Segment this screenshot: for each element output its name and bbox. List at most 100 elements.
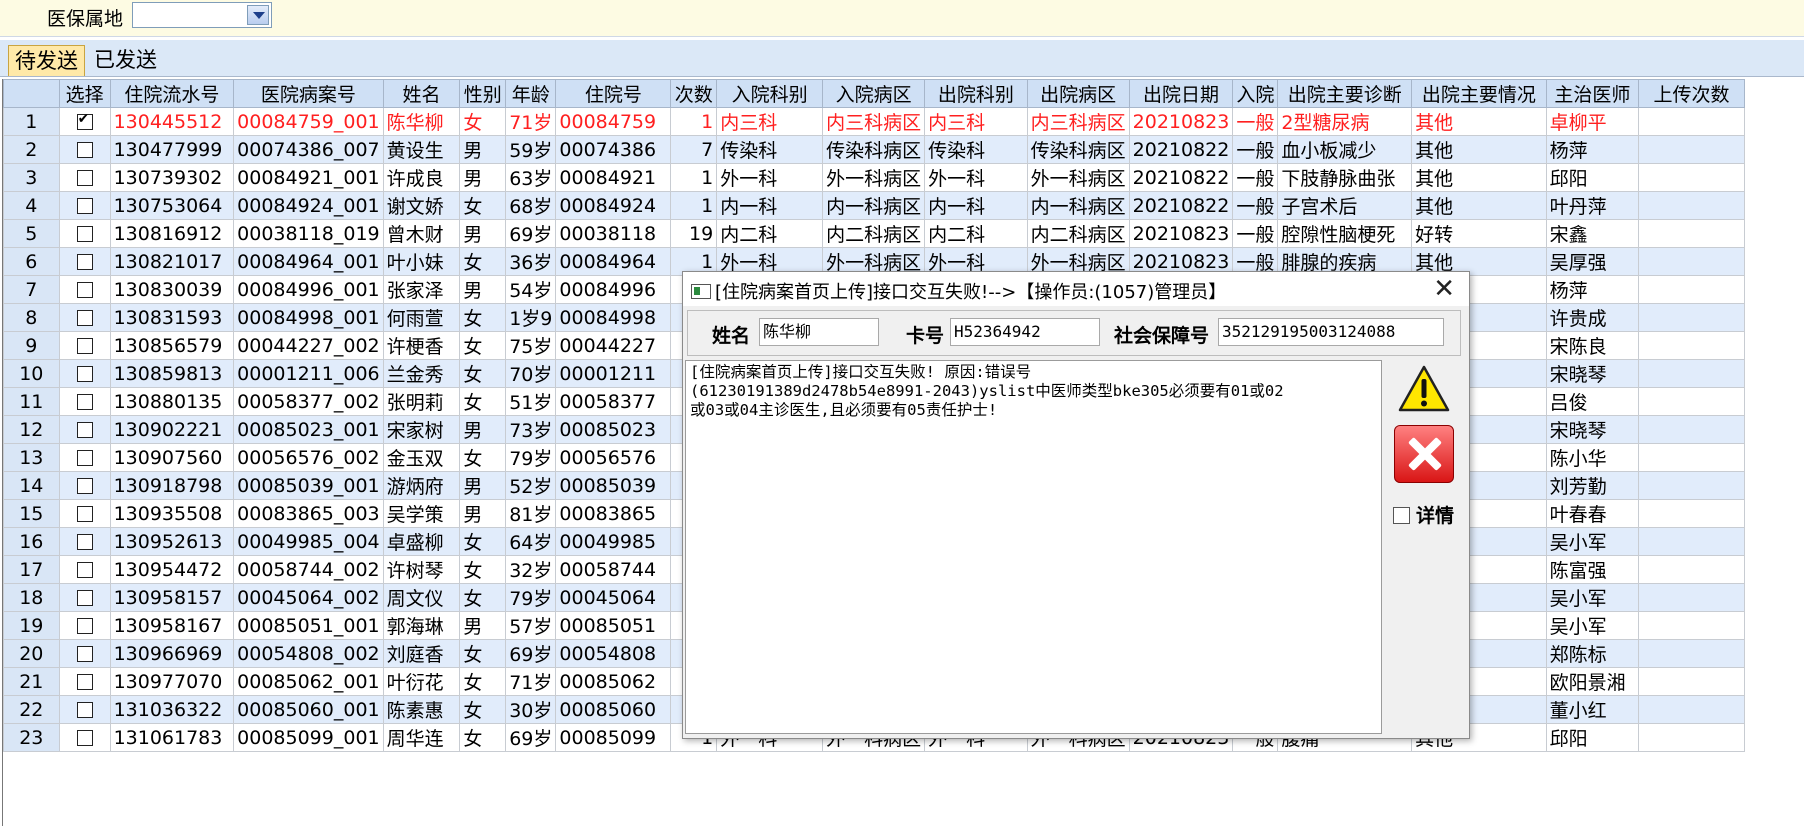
upload-count-cell[interactable] bbox=[1638, 135, 1745, 164]
doctor-cell[interactable]: 吴小军 bbox=[1545, 583, 1640, 612]
flow-no-cell[interactable]: 130739302 bbox=[109, 163, 235, 192]
upload-count-cell[interactable] bbox=[1638, 247, 1745, 276]
diagnosis-cell[interactable]: 2型糖尿病 bbox=[1277, 107, 1413, 136]
doctor-cell[interactable]: 刘芳勤 bbox=[1545, 471, 1640, 500]
row-checkbox[interactable] bbox=[76, 254, 93, 270]
patient-name-cell[interactable]: 叶衍花 bbox=[382, 667, 461, 696]
age-cell[interactable]: 36岁 bbox=[505, 247, 557, 276]
sex-cell[interactable]: 女 bbox=[459, 247, 507, 276]
case-no-cell[interactable]: 00058377_002 bbox=[233, 387, 384, 416]
case-no-cell[interactable]: 00085039_001 bbox=[233, 471, 384, 500]
select-cell[interactable] bbox=[58, 695, 111, 724]
doctor-cell[interactable]: 陈小华 bbox=[1545, 443, 1640, 472]
column-header[interactable]: 性别 bbox=[459, 79, 507, 108]
outcome-cell[interactable]: 好转 bbox=[1411, 219, 1547, 248]
upload-count-cell[interactable] bbox=[1638, 583, 1745, 612]
patient-name-cell[interactable]: 陈素惠 bbox=[382, 695, 461, 724]
discharge-ward-cell[interactable]: 内二科病区 bbox=[1026, 219, 1130, 248]
case-no-cell[interactable]: 00085062_001 bbox=[233, 667, 384, 696]
case-no-cell[interactable]: 00084759_001 bbox=[233, 107, 384, 136]
select-cell[interactable] bbox=[58, 583, 111, 612]
select-cell[interactable] bbox=[58, 303, 111, 332]
flow-no-cell[interactable]: 130958157 bbox=[109, 583, 235, 612]
flow-no-cell[interactable]: 130958167 bbox=[109, 611, 235, 640]
doctor-cell[interactable]: 宋晓琴 bbox=[1545, 359, 1640, 388]
select-cell[interactable] bbox=[58, 359, 111, 388]
patient-name-cell[interactable]: 周文仪 bbox=[382, 583, 461, 612]
table-row[interactable]: 5 130816912 00038118_019 曾木财男 69岁 00038118 19 内… bbox=[3, 219, 1745, 248]
row-checkbox[interactable] bbox=[76, 394, 93, 410]
upload-count-cell[interactable] bbox=[1638, 331, 1745, 360]
case-no-cell[interactable]: 00044227_002 bbox=[233, 331, 384, 360]
doctor-cell[interactable]: 吕俊 bbox=[1545, 387, 1640, 416]
case-no-cell[interactable]: 00049985_004 bbox=[233, 527, 384, 556]
patient-name-cell[interactable]: 刘庭香 bbox=[382, 639, 461, 668]
row-checkbox[interactable] bbox=[76, 618, 93, 634]
select-cell[interactable] bbox=[58, 415, 111, 444]
column-header[interactable]: 姓名 bbox=[382, 79, 461, 108]
inpatient-no-cell[interactable]: 00085051 bbox=[555, 611, 672, 640]
select-cell[interactable] bbox=[58, 387, 111, 416]
select-cell[interactable] bbox=[58, 471, 111, 500]
case-no-cell[interactable]: 00085023_001 bbox=[233, 415, 384, 444]
age-cell[interactable]: 63岁 bbox=[505, 163, 557, 192]
upload-count-cell[interactable] bbox=[1638, 359, 1745, 388]
sex-cell[interactable]: 女 bbox=[459, 303, 507, 332]
sex-cell[interactable]: 女 bbox=[459, 443, 507, 472]
sex-cell[interactable]: 男 bbox=[459, 415, 507, 444]
doctor-cell[interactable]: 陈富强 bbox=[1545, 555, 1640, 584]
patient-name-cell[interactable]: 宋家树 bbox=[382, 415, 461, 444]
sex-cell[interactable]: 女 bbox=[459, 359, 507, 388]
discharge-ward-cell[interactable]: 内三科病区 bbox=[1026, 107, 1130, 136]
row-checkbox[interactable] bbox=[76, 562, 93, 578]
times-cell[interactable]: 1 bbox=[670, 191, 718, 220]
admit-ward-cell[interactable]: 内二科病区 bbox=[822, 219, 926, 248]
select-cell[interactable] bbox=[58, 499, 111, 528]
patient-name-cell[interactable]: 叶小妹 bbox=[382, 247, 461, 276]
row-checkbox[interactable] bbox=[76, 226, 93, 242]
row-checkbox[interactable] bbox=[76, 111, 93, 130]
age-cell[interactable]: 54岁 bbox=[505, 275, 557, 304]
case-no-cell[interactable]: 00084921_001 bbox=[233, 163, 384, 192]
close-icon[interactable]: ✕ bbox=[1433, 274, 1455, 304]
times-cell[interactable]: 1 bbox=[670, 163, 718, 192]
doctor-cell[interactable]: 杨萍 bbox=[1545, 275, 1640, 304]
age-cell[interactable]: 79岁 bbox=[505, 443, 557, 472]
inpatient-no-cell[interactable]: 00084759 bbox=[555, 107, 672, 136]
flow-no-cell[interactable]: 130977070 bbox=[109, 667, 235, 696]
row-checkbox[interactable] bbox=[76, 450, 93, 466]
column-header[interactable]: 住院流水号 bbox=[109, 79, 235, 108]
patient-name-cell[interactable]: 张明莉 bbox=[382, 387, 461, 416]
sex-cell[interactable]: 男 bbox=[459, 275, 507, 304]
admit-dept-cell[interactable]: 内一科 bbox=[716, 191, 824, 220]
sex-cell[interactable]: 男 bbox=[459, 611, 507, 640]
inpatient-no-cell[interactable]: 00083865 bbox=[555, 499, 672, 528]
doctor-cell[interactable]: 吴小军 bbox=[1545, 527, 1640, 556]
column-header[interactable]: 入院 bbox=[1232, 79, 1279, 108]
select-cell[interactable] bbox=[58, 163, 111, 192]
admit-condition-cell[interactable]: 一般 bbox=[1232, 163, 1279, 192]
admit-ward-cell[interactable]: 内一科病区 bbox=[822, 191, 926, 220]
doctor-cell[interactable]: 邱阳 bbox=[1545, 723, 1640, 752]
patient-name-cell[interactable]: 吴学策 bbox=[382, 499, 461, 528]
flow-no-cell[interactable]: 130907560 bbox=[109, 443, 235, 472]
admit-dept-cell[interactable]: 内二科 bbox=[716, 219, 824, 248]
upload-count-cell[interactable] bbox=[1638, 667, 1745, 696]
inpatient-no-cell[interactable]: 00084924 bbox=[555, 191, 672, 220]
age-cell[interactable]: 57岁 bbox=[505, 611, 557, 640]
case-no-cell[interactable]: 00045064_002 bbox=[233, 583, 384, 612]
upload-count-cell[interactable] bbox=[1638, 219, 1745, 248]
discharge-dept-cell[interactable]: 内一科 bbox=[924, 191, 1028, 220]
flow-no-cell[interactable]: 130831593 bbox=[109, 303, 235, 332]
flow-no-cell[interactable]: 130859813 bbox=[109, 359, 235, 388]
discharge-dept-cell[interactable]: 内二科 bbox=[924, 219, 1028, 248]
patient-name-cell[interactable]: 黄设生 bbox=[382, 135, 461, 164]
doctor-cell[interactable]: 宋鑫 bbox=[1545, 219, 1640, 248]
discharge-dept-cell[interactable]: 传染科 bbox=[924, 135, 1028, 164]
row-checkbox[interactable] bbox=[76, 702, 93, 718]
admit-ward-cell[interactable]: 外一科病区 bbox=[822, 163, 926, 192]
inpatient-no-cell[interactable]: 00085062 bbox=[555, 667, 672, 696]
patient-name-cell[interactable]: 许梗香 bbox=[382, 331, 461, 360]
sex-cell[interactable]: 女 bbox=[459, 387, 507, 416]
upload-count-cell[interactable] bbox=[1638, 471, 1745, 500]
